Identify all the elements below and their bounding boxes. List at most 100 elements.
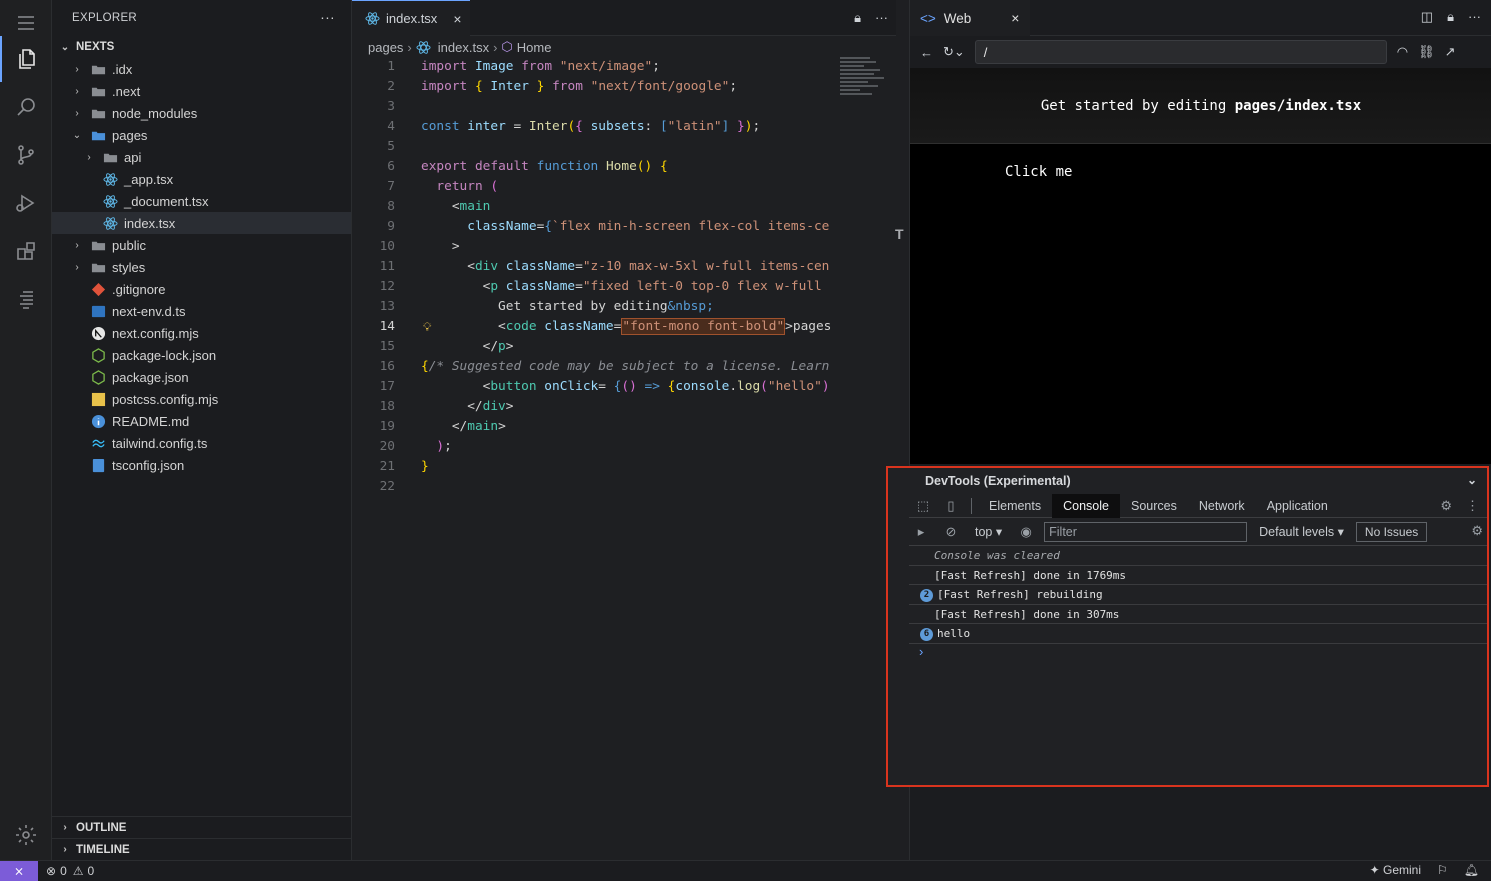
reload-icon[interactable]: ↻⌄ bbox=[943, 44, 965, 60]
tree-item[interactable]: _document.tsx bbox=[52, 190, 351, 212]
devtools-title: DevTools (Experimental) bbox=[925, 474, 1071, 488]
link-icon[interactable]: ⛓︎ bbox=[1418, 44, 1435, 60]
levels-select[interactable]: Default levels ▾ bbox=[1253, 524, 1350, 539]
tab-network[interactable]: Network bbox=[1188, 494, 1256, 518]
close-icon[interactable]: × bbox=[1011, 10, 1019, 26]
timeline-section[interactable]: › TIMELINE bbox=[52, 838, 352, 860]
file-tree: › .idx › .next › node_modules ⌄ pages › api _app.t… bbox=[52, 58, 351, 476]
tree-item[interactable]: index.tsx bbox=[52, 212, 351, 234]
tree-item-label: api bbox=[124, 149, 142, 165]
tree-item[interactable]: tailwind.config.ts bbox=[52, 432, 351, 454]
tree-item[interactable]: › .next bbox=[52, 80, 351, 102]
web-page-view: Get started by editing pages/index.tsx C… bbox=[910, 68, 1491, 464]
tab-web[interactable]: <> Web × bbox=[910, 0, 1030, 36]
more-vert-icon[interactable]: ⋮ bbox=[1466, 498, 1479, 514]
issues-button[interactable]: No Issues bbox=[1355, 521, 1428, 542]
speed-gauge-icon[interactable]: ◠ bbox=[1397, 44, 1408, 60]
tab-sources[interactable]: Sources bbox=[1120, 494, 1188, 518]
context-select[interactable]: top ▾ bbox=[969, 524, 1008, 539]
settings-gear-icon[interactable]: ⚙ bbox=[1440, 498, 1452, 514]
folder-icon bbox=[90, 105, 106, 121]
breadcrumb-folder[interactable]: pages bbox=[368, 40, 403, 55]
web-tab-label: Web bbox=[943, 10, 972, 26]
url-input[interactable]: / bbox=[974, 40, 1387, 64]
chevron-right-icon: › bbox=[75, 239, 79, 251]
chevron-right-icon: › bbox=[493, 39, 498, 55]
tree-item[interactable]: postcss.config.mjs bbox=[52, 388, 351, 410]
project-section[interactable]: ⌄ NEXTS bbox=[52, 36, 351, 58]
warning-icon[interactable]: ⚠ bbox=[73, 864, 84, 878]
tree-item[interactable]: ⌄ pages bbox=[52, 124, 351, 146]
tree-item[interactable]: › public bbox=[52, 234, 351, 256]
warning-count[interactable]: 0 bbox=[88, 864, 95, 878]
search-icon[interactable] bbox=[0, 84, 52, 130]
tab-elements[interactable]: Elements bbox=[978, 494, 1052, 518]
tree-item[interactable]: next.config.mjs bbox=[52, 322, 351, 344]
files-icon[interactable] bbox=[0, 36, 52, 82]
tree-item[interactable]: package.json bbox=[52, 366, 351, 388]
typescript-icon bbox=[90, 303, 106, 319]
breadcrumb-symbol[interactable]: Home bbox=[517, 40, 552, 55]
web-tabbar: <> Web × ◫ 🔒︎ ··· bbox=[910, 0, 1491, 36]
more-actions-icon[interactable]: ··· bbox=[1468, 9, 1481, 25]
lock-icon[interactable]: 🔒︎ bbox=[1447, 9, 1454, 25]
source-control-icon[interactable] bbox=[0, 132, 52, 178]
project-name: NEXTS bbox=[76, 41, 115, 53]
chevron-down-icon[interactable]: ⌄ bbox=[1467, 473, 1477, 487]
split-editor-icon[interactable]: ◫ bbox=[1421, 9, 1433, 25]
clear-console-icon[interactable]: ⊘ bbox=[939, 524, 963, 540]
console-prompt[interactable]: › bbox=[909, 644, 1487, 664]
remote-icon[interactable]: ⨯ bbox=[0, 860, 38, 881]
tree-item-label: tsconfig.json bbox=[112, 457, 185, 473]
tab-application[interactable]: Application bbox=[1256, 494, 1339, 518]
breadcrumb-file[interactable]: index.tsx bbox=[438, 40, 489, 55]
sidebar-toggle-icon[interactable]: ▸ bbox=[909, 524, 933, 540]
tree-item[interactable]: › api bbox=[52, 146, 351, 168]
tree-item[interactable]: › .idx bbox=[52, 58, 351, 80]
web-banner: Get started by editing pages/index.tsx bbox=[910, 68, 1491, 144]
close-icon[interactable]: × bbox=[453, 11, 461, 27]
device-toolbar-icon[interactable]: ▯ bbox=[937, 498, 965, 514]
extensions-icon[interactable] bbox=[0, 228, 52, 274]
settings-gear-icon[interactable] bbox=[0, 812, 52, 858]
tree-item[interactable]: README.md bbox=[52, 410, 351, 432]
tsconfig-icon bbox=[90, 457, 106, 473]
back-arrow-icon[interactable]: ← bbox=[920, 45, 933, 60]
tree-item[interactable]: package-lock.json bbox=[52, 344, 351, 366]
console-message: 2 [Fast Refresh] rebuilding bbox=[909, 585, 1487, 605]
feedback-icon[interactable]: ⚐ bbox=[1437, 863, 1448, 877]
run-debug-icon[interactable] bbox=[0, 180, 52, 226]
eye-icon[interactable]: ◉ bbox=[1014, 524, 1038, 540]
click-me-button[interactable]: Click me bbox=[1005, 164, 1072, 180]
more-actions-icon[interactable]: ··· bbox=[875, 10, 888, 26]
bell-icon[interactable]: 🔔︎ bbox=[1464, 863, 1479, 877]
gemini-status[interactable]: ✦ Gemini bbox=[1370, 863, 1421, 877]
error-count[interactable]: 0 bbox=[60, 864, 67, 878]
lock-icon[interactable]: 🔒︎ bbox=[854, 10, 861, 26]
code-area[interactable]: 1 import Image from "next/image"; 2 import… bbox=[352, 57, 832, 497]
inspect-element-icon[interactable]: ⬚ bbox=[909, 498, 937, 514]
javascript-icon bbox=[90, 391, 106, 407]
tree-item[interactable]: › node_modules bbox=[52, 102, 351, 124]
tree-item[interactable]: _app.tsx bbox=[52, 168, 351, 190]
minimap[interactable] bbox=[840, 57, 896, 117]
tree-item[interactable]: next-env.d.ts bbox=[52, 300, 351, 322]
filter-input[interactable]: Filter bbox=[1044, 521, 1248, 542]
tree-item[interactable]: .gitignore bbox=[52, 278, 351, 300]
chevron-right-icon: › bbox=[75, 107, 79, 119]
settings-gear-icon[interactable]: ⚙ bbox=[1471, 523, 1483, 539]
error-icon[interactable]: ⊗ bbox=[46, 864, 56, 878]
text-cursor-icon: T bbox=[895, 226, 904, 242]
tab-index-tsx[interactable]: index.tsx × bbox=[352, 0, 470, 36]
outline-section[interactable]: › OUTLINE bbox=[52, 816, 352, 838]
open-external-icon[interactable]: ↗ bbox=[1445, 44, 1456, 60]
more-actions-icon[interactable]: ··· bbox=[320, 9, 335, 25]
tab-console[interactable]: Console bbox=[1052, 493, 1120, 518]
outline-list-icon[interactable] bbox=[0, 276, 52, 322]
chevron-right-icon: › bbox=[75, 63, 79, 75]
tree-item[interactable]: › styles bbox=[52, 256, 351, 278]
explorer-sidebar: EXPLORER ··· ⌄ NEXTS › .idx › .next › node_mo… bbox=[52, 0, 352, 860]
status-bar: ⨯ ⊗ 0 ⚠ 0 ✦ Gemini ⚐ 🔔︎ bbox=[0, 860, 1491, 881]
devtools-header[interactable]: DevTools (Experimental) ⌄ bbox=[888, 468, 1487, 494]
tree-item[interactable]: tsconfig.json bbox=[52, 454, 351, 476]
